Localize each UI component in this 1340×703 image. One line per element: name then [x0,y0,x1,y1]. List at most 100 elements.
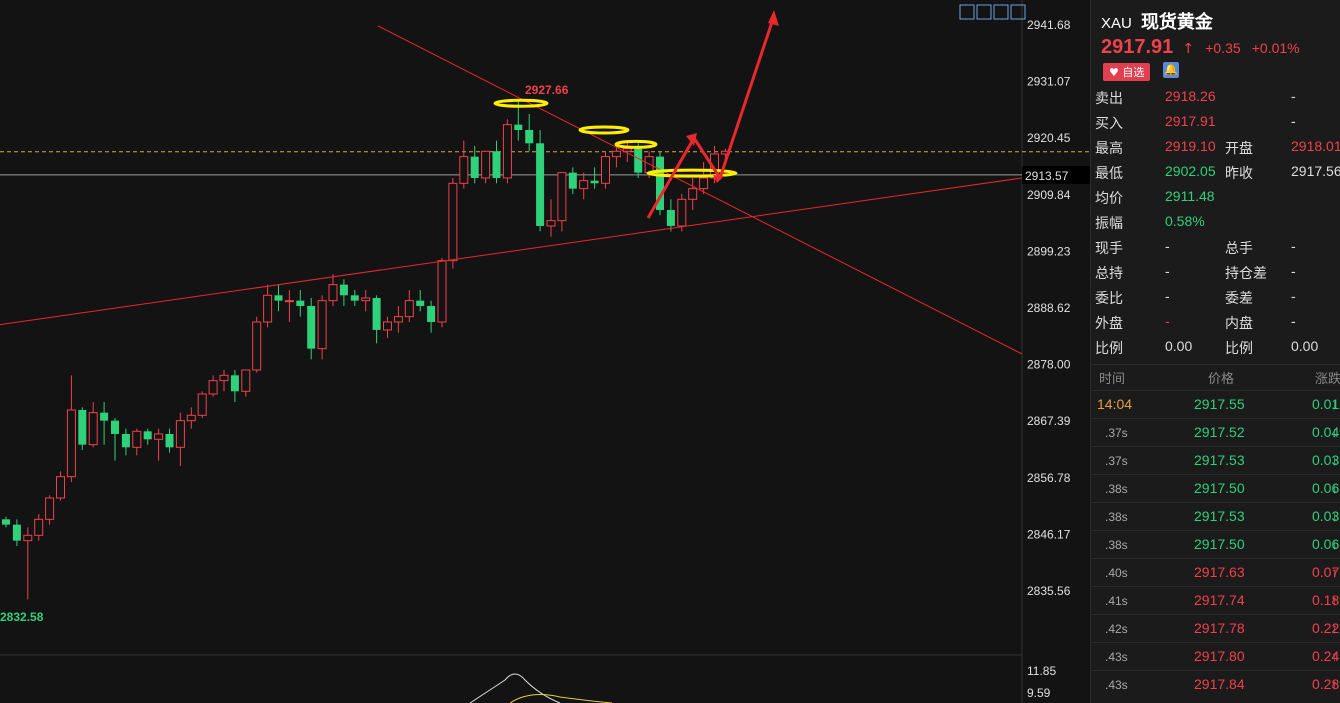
toolbar-icon [959,4,975,20]
y-tick-label: 2920.45 [1027,131,1071,145]
trade-row[interactable]: .42s 2917.78 0.22 ↑ [1091,614,1340,643]
stat-value: - [1165,288,1170,304]
up-arrow-icon: ↑ [1331,592,1338,608]
trade-price: 2917.55 [1194,396,1245,412]
candlestick-chart[interactable]: 2941.68 2931.07 2920.45 2909.84 2899.23 2888.… [0,0,1090,703]
candle-body [339,284,348,296]
trade-price: 2917.63 [1194,564,1245,580]
stat-value: - [1291,263,1296,279]
trade-price: 2917.80 [1194,648,1245,664]
trade-row[interactable]: .40s 2917.63 0.07 ↑ [1091,558,1340,587]
candle-body [165,433,174,448]
candle-body [644,156,654,174]
symbol: XAU [1101,15,1132,32]
candle-body [502,124,512,179]
trade-row[interactable]: .37s 2917.52 0.04 ↓ [1091,418,1340,447]
stat-row: 比例 0.00 比例 0.00 [1091,338,1340,363]
highlight-ellipse [614,139,658,149]
trade-time: .43s [1105,678,1128,692]
stat-row: 卖出 2918.26 - [1091,88,1340,113]
stat-value: 2917.91 [1165,113,1216,129]
low-price-label: 2832.58 [0,610,44,624]
stat-value: 0.58% [1165,213,1205,229]
candle-body [121,433,130,448]
trade-price: 2917.74 [1194,592,1245,608]
highlight-ellipse [493,98,549,108]
candle-body [23,534,33,542]
candle-body [34,518,44,536]
instrument-name: 现货黄金 [1140,12,1213,33]
stat-label: 卖出 [1095,91,1123,107]
heart-icon: ♥ [1109,66,1119,79]
toolbar-icon [976,4,992,20]
stat-label: 总手 [1225,241,1253,257]
trade-row[interactable]: .38s 2917.53 0.03 ↓ [1091,502,1340,531]
candle-body [699,177,709,190]
candle-body [263,294,273,323]
stat-label: 总持 [1095,266,1123,282]
chart-canvas[interactable]: 2941.68 2931.07 2920.45 2909.84 2899.23 2888.… [0,0,1090,703]
candle-body [688,188,698,200]
stat-label: 最高 [1095,141,1123,157]
up-arrow-icon: ↑ [1331,564,1338,580]
stat-row: 振幅 0.58% [1091,213,1340,238]
stat-value: - [1165,313,1170,329]
y-tick-label: 2867.39 [1027,414,1071,428]
candle-body [143,431,152,440]
trade-row[interactable]: .43s 2917.84 0.28 ↑ [1091,670,1340,699]
stat-value: - [1291,238,1296,254]
candle-body [154,433,164,440]
trade-time: .41s [1105,594,1128,608]
candle-body [634,148,643,173]
stat-label: 昨收 [1225,166,1253,182]
favorite-button[interactable]: ♥ 自选 [1103,63,1151,81]
toolbar-icon [993,4,1009,20]
trade-price: 2917.53 [1194,452,1245,468]
stat-row: 买入 2917.91 - [1091,113,1340,138]
trade-row[interactable]: .43s 2917.80 0.24 ↑ [1091,642,1340,671]
candle-body [350,295,359,301]
candle-body [470,156,479,178]
trade-row[interactable]: .37s 2917.53 0.03 ↓ [1091,446,1340,475]
trade-row[interactable]: .41s 2917.74 0.18 ↑ [1091,586,1340,615]
candle-body [546,220,556,227]
y-tick-label: 2888.62 [1027,301,1071,315]
stat-value: - [1291,113,1296,129]
stat-label: 持仓差 [1225,266,1267,282]
trade-time: .38s [1105,538,1128,552]
price-change-pct: +0.01% [1251,40,1300,56]
candle-body [197,393,207,416]
candle-body [372,297,381,330]
stat-label: 开盘 [1225,141,1253,157]
candle-body [448,182,458,262]
stat-row: 现手 - 总手 - [1091,238,1340,263]
y-tick-label: 2909.84 [1027,188,1071,202]
alert-bell-icon[interactable]: 🔔 [1163,62,1179,78]
y-tick-label: 2835.56 [1027,584,1071,598]
trade-time: .38s [1105,482,1128,496]
trade-row[interactable]: .38s 2917.50 0.06 ↓ [1091,474,1340,503]
candle-body [175,420,185,448]
trade-time: .40s [1105,566,1128,580]
y-tick-label: 2878.00 [1027,358,1071,372]
forecast-arrowhead [768,10,779,26]
candle-body [404,300,414,318]
candle-body [328,284,338,302]
trade-price: 2917.50 [1194,536,1245,552]
trade-row[interactable]: 14:04 2917.55 0.01 ↓ [1091,390,1340,419]
indicator-curve-yellow [509,694,613,703]
y-tick-label: 2931.07 [1027,75,1071,89]
candle-body [459,156,469,184]
candle-body [481,150,491,179]
stat-label: 委比 [1095,291,1123,307]
candle-body [666,209,675,226]
candle-body [307,305,316,349]
stat-label: 现手 [1095,241,1123,257]
trade-row[interactable]: .38s 2917.50 0.06 ↓ [1091,530,1340,559]
candle-body [56,476,65,499]
candle-body [416,300,425,306]
up-arrow-icon: ↑ [1331,676,1338,692]
trade-price: 2917.53 [1194,508,1245,524]
candle-body [208,380,218,395]
candle-body [241,369,251,392]
